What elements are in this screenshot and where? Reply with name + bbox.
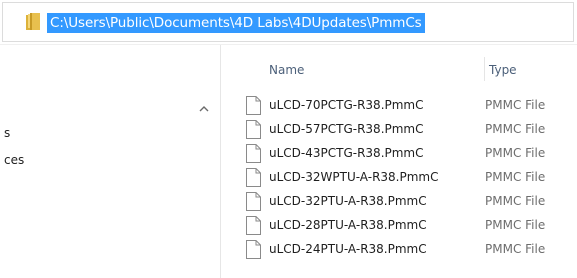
file-row[interactable]: uLCD-28PTU-A-R38.PmmC PMMC File <box>221 214 577 238</box>
file-row[interactable]: uLCD-32PTU-A-R38.PmmC PMMC File <box>221 190 577 214</box>
nav-item-partial-2[interactable]: ces <box>4 153 24 167</box>
file-list: Name Type uLCD-70PCTG-R38.PmmC PMMC File… <box>221 45 577 278</box>
file-type: PMMC File <box>485 122 546 136</box>
file-icon <box>246 240 261 259</box>
navigation-pane[interactable]: s ces <box>0 45 220 278</box>
column-divider[interactable] <box>484 57 485 81</box>
file-row[interactable]: uLCD-57PCTG-R38.PmmC PMMC File <box>221 118 577 142</box>
file-row[interactable]: uLCD-24PTU-A-R38.PmmC PMMC File <box>221 238 577 262</box>
file-type: PMMC File <box>485 218 546 232</box>
file-icon <box>246 168 261 187</box>
file-type: PMMC File <box>485 146 546 160</box>
folder-icon <box>26 13 40 30</box>
file-icon <box>246 144 261 163</box>
file-name: uLCD-32PTU-A-R38.PmmC <box>269 194 427 208</box>
address-bar[interactable]: C:\Users\Public\Documents\4D Labs\4DUpda… <box>2 2 574 42</box>
address-path-text[interactable]: C:\Users\Public\Documents\4D Labs\4DUpda… <box>47 13 425 33</box>
file-icon <box>246 96 261 115</box>
file-name: uLCD-24PTU-A-R38.PmmC <box>269 242 427 256</box>
file-name: uLCD-28PTU-A-R38.PmmC <box>269 218 427 232</box>
column-header-type[interactable]: Type <box>489 63 517 77</box>
file-icon <box>246 120 261 139</box>
nav-item-partial-1[interactable]: s <box>4 126 10 140</box>
file-explorer-window: C:\Users\Public\Documents\4D Labs\4DUpda… <box>0 0 577 278</box>
file-icon <box>246 192 261 211</box>
file-type: PMMC File <box>485 242 546 256</box>
file-name: uLCD-43PCTG-R38.PmmC <box>269 146 424 160</box>
chevron-up-icon[interactable] <box>198 105 210 115</box>
file-type: PMMC File <box>485 170 546 184</box>
file-type: PMMC File <box>485 194 546 208</box>
file-row[interactable]: uLCD-32WPTU-A-R38.PmmC PMMC File <box>221 166 577 190</box>
file-name: uLCD-32WPTU-A-R38.PmmC <box>269 170 439 184</box>
file-row[interactable]: uLCD-43PCTG-R38.PmmC PMMC File <box>221 142 577 166</box>
file-name: uLCD-70PCTG-R38.PmmC <box>269 98 424 112</box>
file-row[interactable]: uLCD-70PCTG-R38.PmmC PMMC File <box>221 94 577 118</box>
file-type: PMMC File <box>485 98 546 112</box>
file-icon <box>246 216 261 235</box>
file-name: uLCD-57PCTG-R38.PmmC <box>269 122 424 136</box>
column-header-name[interactable]: Name <box>269 63 304 77</box>
